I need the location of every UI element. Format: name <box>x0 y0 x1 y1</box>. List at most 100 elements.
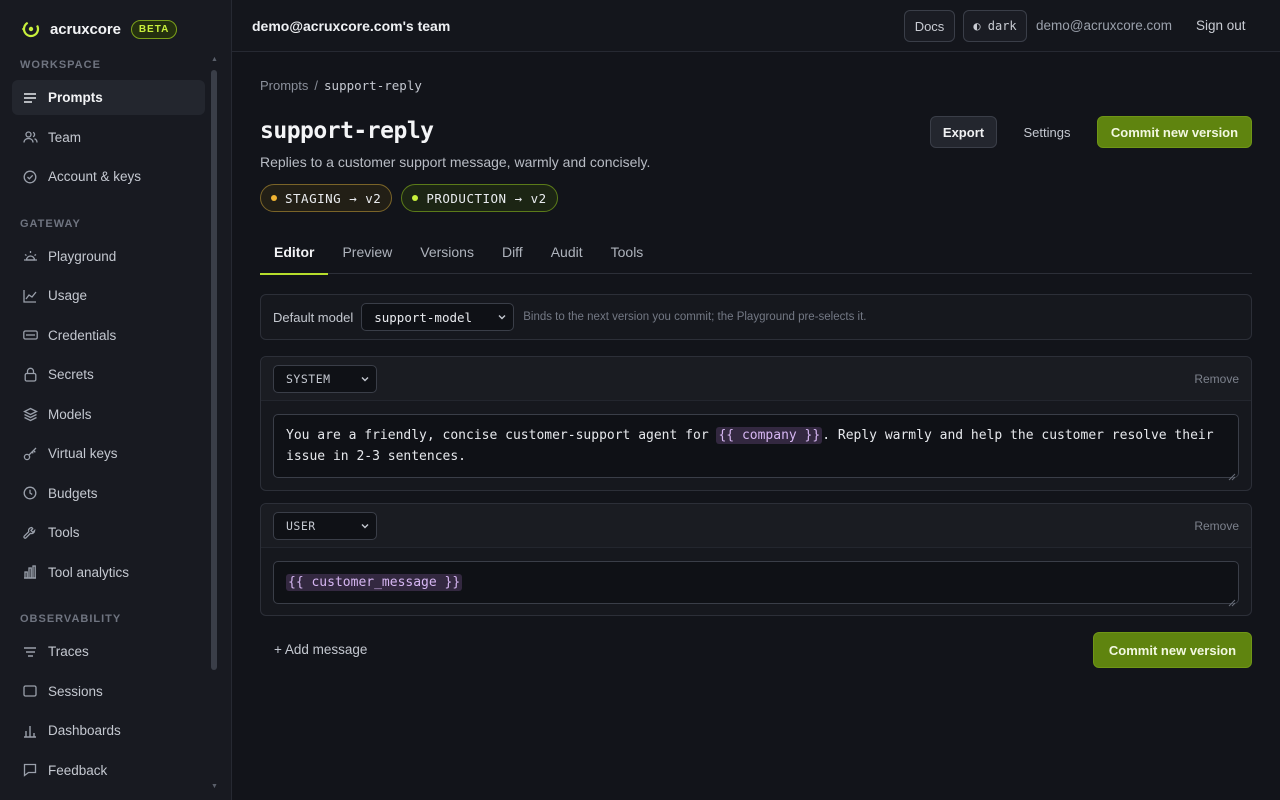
sidebar-item-prompts[interactable]: Prompts <box>12 80 205 115</box>
sidebar-item-budgets[interactable]: Budgets <box>12 476 205 511</box>
commit-new-version-button-bottom[interactable]: Commit new version <box>1093 632 1252 668</box>
default-model-value: support-model <box>374 309 473 325</box>
sidebar-item-playground[interactable]: Playground <box>12 239 205 274</box>
message-textarea[interactable]: You are a friendly, concise customer-sup… <box>273 414 1239 481</box>
brand-name: acruxcore <box>50 20 121 38</box>
key-icon <box>22 446 38 462</box>
sidebar-item-label: Team <box>48 129 82 145</box>
commit-new-version-button[interactable]: Commit new version <box>1097 116 1252 148</box>
bar-chart-icon <box>22 564 38 580</box>
sidebar-item-label: Credentials <box>48 327 117 343</box>
sidebar-item-tool-analytics[interactable]: Tool analytics <box>12 555 205 590</box>
staging-badge-label: STAGING → v2 <box>285 190 382 206</box>
role-select[interactable]: SYSTEM <box>273 365 377 393</box>
check-circle-icon <box>22 169 38 185</box>
lock-icon <box>22 367 38 383</box>
sidebar-item-tools[interactable]: Tools <box>12 515 205 550</box>
sidebar-scrollbar[interactable]: ▲ ▼ <box>211 56 218 791</box>
tab-versions[interactable]: Versions <box>406 238 488 274</box>
page-title: support-reply <box>260 118 434 144</box>
team-name[interactable]: demo@acruxcore.com's team <box>252 18 450 34</box>
sidebar-item-account-keys[interactable]: Account & keys <box>12 159 205 194</box>
remove-message-button[interactable]: Remove <box>1194 519 1239 533</box>
sidebar-item-label: Dashboards <box>48 723 121 738</box>
message-icon <box>22 762 38 778</box>
sidebar-item-label: Budgets <box>48 485 98 501</box>
message-header: USER Remove <box>261 504 1251 548</box>
message-block-user: USER Remove {{ customer_message }} <box>260 503 1252 616</box>
user-email: demo@acruxcore.com <box>1036 18 1173 33</box>
sidebar-item-team[interactable]: Team <box>12 120 205 155</box>
tab-tools[interactable]: Tools <box>597 238 658 274</box>
nav-section-observability: OBSERVABILITY <box>20 613 122 625</box>
export-button[interactable]: Export <box>930 116 997 148</box>
resize-handle-icon[interactable] <box>1228 467 1236 481</box>
sun-icon <box>22 248 38 264</box>
card-icon <box>22 327 38 343</box>
resize-handle-icon[interactable] <box>1228 593 1236 607</box>
role-select[interactable]: USER <box>273 512 377 540</box>
scroll-up-arrow-icon[interactable]: ▲ <box>211 56 218 64</box>
chevron-down-icon <box>497 312 507 322</box>
chevron-down-icon <box>360 374 370 384</box>
beta-badge: BETA <box>130 19 178 39</box>
sidebar-item-sessions[interactable]: Sessions <box>12 674 205 709</box>
settings-button[interactable]: Settings <box>1017 125 1077 140</box>
sidebar: acruxcore BETA WORKSPACE Prompts Team Ac… <box>0 0 232 800</box>
sidebar-item-secrets[interactable]: Secrets <box>12 357 205 392</box>
nav-section-workspace: WORKSPACE <box>20 59 101 71</box>
sign-out-link[interactable]: Sign out <box>1196 18 1246 33</box>
bar-chart-icon <box>22 723 38 739</box>
tab-diff[interactable]: Diff <box>488 238 537 274</box>
production-badge-label: PRODUCTION → v2 <box>426 190 547 206</box>
scrollbar-thumb[interactable] <box>211 70 217 670</box>
theme-toggle-button[interactable]: ◐ dark <box>963 10 1027 42</box>
sidebar-item-usage[interactable]: Usage <box>12 278 205 313</box>
chevron-down-icon <box>360 521 370 531</box>
message-header: SYSTEM Remove <box>261 357 1251 401</box>
sidebar-item-credentials[interactable]: Credentials <box>12 318 205 353</box>
sidebar-item-traces[interactable]: Traces <box>12 634 205 669</box>
add-message-button[interactable]: + Add message <box>274 642 367 657</box>
nav-section-gateway: GATEWAY <box>20 217 81 230</box>
tab-audit[interactable]: Audit <box>537 238 597 274</box>
sidebar-item-label: Account & keys <box>48 169 142 184</box>
deployment-badges: STAGING → v2 PRODUCTION → v2 <box>260 184 558 212</box>
status-dot-icon <box>271 195 277 201</box>
role-value: SYSTEM <box>286 372 331 386</box>
list-icon <box>22 90 38 106</box>
brand[interactable]: acruxcore BETA <box>20 16 178 42</box>
default-model-select[interactable]: support-model <box>361 303 515 331</box>
breadcrumb-separator: / <box>314 78 319 93</box>
message-textarea[interactable]: {{ customer_message }} <box>273 561 1239 607</box>
tab-editor[interactable]: Editor <box>260 238 329 275</box>
sidebar-item-feedback[interactable]: Feedback <box>12 753 205 788</box>
clock-icon <box>22 485 38 501</box>
remove-message-button[interactable]: Remove <box>1194 372 1239 386</box>
production-badge: PRODUCTION → v2 <box>401 184 558 212</box>
default-model-bar: Default model support-model Binds to the… <box>260 294 1252 340</box>
breadcrumb-prompts-link[interactable]: Prompts <box>260 78 308 93</box>
sidebar-item-dashboards[interactable]: Dashboards <box>12 713 205 748</box>
sidebar-item-models[interactable]: Models <box>12 397 205 432</box>
sidebar-item-label: Tools <box>48 525 80 540</box>
scroll-down-arrow-icon[interactable]: ▼ <box>211 783 218 791</box>
acruxcore-logo-icon <box>20 19 40 39</box>
topbar: demo@acruxcore.com's team Docs ◐ dark de… <box>232 0 1280 52</box>
theme-toggle-label: ◐ dark <box>973 19 1017 33</box>
page-description: Replies to a customer support message, w… <box>260 154 651 170</box>
breadcrumb: Prompts / support-reply <box>260 78 422 93</box>
sidebar-item-label: Traces <box>48 644 89 659</box>
tab-preview[interactable]: Preview <box>328 238 406 274</box>
line-chart-icon <box>22 288 38 304</box>
sidebar-item-virtual-keys[interactable]: Virtual keys <box>12 436 205 471</box>
docs-button[interactable]: Docs <box>904 10 955 42</box>
sidebar-item-label: Prompts <box>48 90 103 105</box>
users-icon <box>22 129 38 145</box>
traces-icon <box>22 644 38 660</box>
sidebar-item-label: Usage <box>48 288 88 303</box>
template-variable: {{ customer_message }} <box>286 574 463 591</box>
message-block-system: SYSTEM Remove You are a friendly, concis… <box>260 356 1252 491</box>
window-icon <box>22 683 38 699</box>
status-dot-icon <box>412 195 419 201</box>
